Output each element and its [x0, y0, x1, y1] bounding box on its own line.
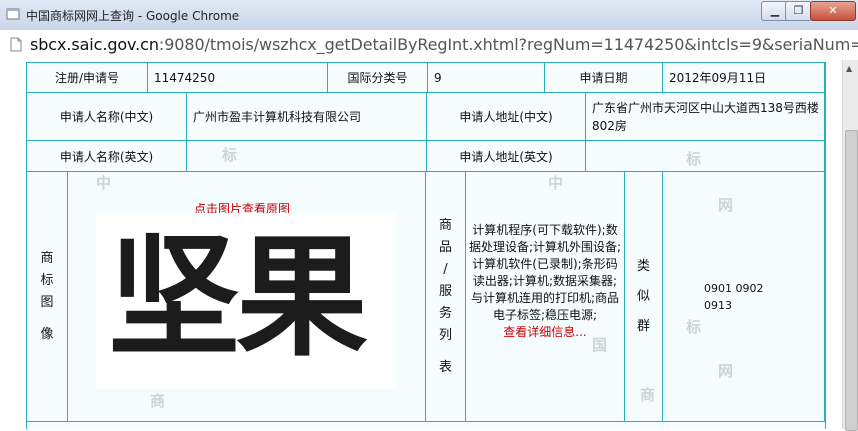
mark-image-label: 商标 图像 — [27, 172, 68, 422]
watermark-icon: 国 — [592, 336, 608, 354]
applicant-cn-label: 申请人名称(中文) — [27, 93, 187, 141]
address-en-label: 申请人地址(英文) — [427, 141, 586, 172]
restore-icon: ❐ — [793, 4, 804, 17]
goods-services-label: 商品 / 服 务列 表 — [426, 172, 466, 422]
watermark-icon: 中 — [96, 174, 112, 192]
app-icon — [6, 8, 20, 20]
page-content: 注册/申请号 11474250 国际分类号 9 申请日期 2012年09月11日… — [0, 60, 842, 429]
close-icon: ✕ — [828, 4, 838, 17]
scrollbar-thumb[interactable] — [845, 130, 858, 431]
watermark-icon: 标 — [686, 318, 702, 336]
reg-number-label: 注册/申请号 — [27, 63, 148, 93]
watermark-icon: 网 — [718, 362, 734, 380]
app-date-label: 申请日期 — [545, 63, 663, 93]
address-en-value — [586, 141, 825, 172]
address-cn-value: 广东省广州市天河区中山大道西138号西楼802房 — [586, 93, 825, 141]
url-text[interactable]: sbcx.saic.gov.cn:9080/tmois/wszhcx_getDe… — [30, 35, 858, 54]
watermark-icon: 标 — [222, 146, 238, 164]
url-host: sbcx.saic.gov.cn — [30, 35, 159, 54]
goods-list: 计算机程序(可下载软件);数据处理设备;计算机外围设备;计算机软件(已录制);条… — [468, 223, 622, 322]
applicant-en-label: 申请人名称(英文) — [27, 141, 187, 172]
address-cn-label: 申请人地址(中文) — [427, 93, 586, 141]
scroll-up-icon[interactable]: ▲ — [846, 64, 852, 73]
intl-class-value: 9 — [428, 63, 545, 93]
watermark-icon: 中 — [548, 174, 564, 192]
watermark-icon: 标 — [686, 150, 702, 168]
similar-groups-value: 0901 0902 0913 — [704, 282, 764, 312]
close-button[interactable]: ✕ — [810, 1, 856, 21]
watermark-icon: 商 — [150, 392, 166, 410]
minimize-icon: ▁ — [770, 4, 780, 17]
url-path: :9080/tmois/wszhcx_getDetailByRegInt.xht… — [158, 35, 858, 54]
address-bar[interactable]: sbcx.saic.gov.cn:9080/tmois/wszhcx_getDe… — [0, 30, 858, 61]
page-icon — [10, 37, 22, 52]
vertical-scrollbar[interactable]: ▲ — [842, 60, 858, 431]
app-date-value: 2012年09月11日 — [663, 63, 825, 93]
watermark-icon: 商 — [640, 386, 656, 404]
maximize-button[interactable]: ❐ — [785, 1, 812, 21]
window-titlebar: 中国商标网网上查询 - Google Chrome ▁ ❐ ✕ — [0, 0, 858, 31]
goods-services-text: 计算机程序(可下载软件);数据处理设备;计算机外围设备;计算机软件(已录制);条… — [468, 222, 622, 341]
trademark-image[interactable]: 坚果 — [96, 213, 396, 389]
window-title: 中国商标网网上查询 - Google Chrome — [26, 9, 240, 23]
applicant-cn-value: 广州市盈丰计算机科技有限公司 — [187, 93, 427, 141]
watermark-icon: 网 — [718, 196, 734, 214]
reg-number-value: 11474250 — [148, 63, 328, 93]
mark-text: 坚果 — [108, 220, 368, 375]
intl-class-label: 国际分类号 — [328, 63, 428, 93]
